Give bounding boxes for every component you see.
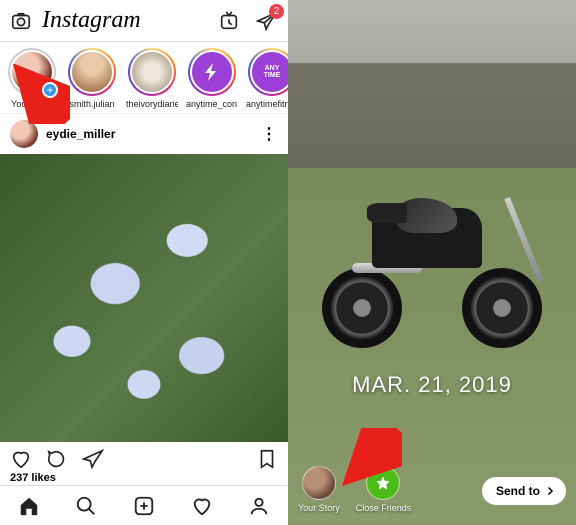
stories-row: + Your Story smith.julian theivorydiarie… (0, 42, 288, 114)
your-story-avatar (302, 466, 336, 500)
story-label: theivorydiaries (126, 99, 178, 109)
close-friends-button[interactable]: Close Friends (356, 466, 412, 513)
story-label: Your Story (6, 99, 58, 109)
post-image[interactable] (0, 154, 288, 442)
your-story-button[interactable]: Your Story (298, 466, 340, 513)
bottom-nav (0, 485, 288, 525)
camera-icon[interactable] (10, 10, 32, 32)
add-story-icon: + (42, 82, 58, 98)
profile-icon[interactable] (248, 495, 270, 517)
send-to-label: Send to (496, 484, 540, 498)
your-story-label: Your Story (298, 503, 340, 513)
instagram-logo: Instagram (32, 7, 218, 34)
new-post-icon[interactable] (133, 495, 155, 517)
story-item[interactable]: ANYTIME anytimefitne... (246, 48, 288, 109)
search-icon[interactable] (75, 495, 97, 517)
bookmark-icon[interactable] (256, 448, 278, 470)
story-label: anytime_con... (186, 99, 238, 109)
home-icon[interactable] (18, 495, 40, 517)
post-actions (0, 442, 288, 472)
likes-count[interactable]: 237 likes (10, 472, 278, 484)
chevron-right-icon (544, 485, 556, 497)
story-item[interactable]: anytime_con... (186, 48, 238, 109)
post-avatar[interactable] (10, 120, 38, 148)
top-bar: Instagram 2 (0, 0, 288, 42)
story-editor-screen: MAR. 21, 2019 Your Story Close Friends S… (288, 0, 576, 525)
post-header: eydie_miller ⋮ (0, 114, 288, 154)
motorcycle-graphic (312, 168, 552, 368)
story-label: smith.julian (66, 99, 118, 109)
feed-screen: Instagram 2 + Your Story smith.julian (0, 0, 288, 525)
dm-badge: 2 (269, 4, 284, 19)
story-your-story[interactable]: + Your Story (6, 48, 58, 109)
close-friends-label: Close Friends (356, 503, 412, 513)
like-icon[interactable] (10, 448, 32, 470)
story-label: anytimefitne... (246, 99, 288, 109)
activity-icon[interactable] (191, 495, 213, 517)
story-item[interactable]: smith.julian (66, 48, 118, 109)
send-to-button[interactable]: Send to (482, 477, 566, 505)
post-more-icon[interactable]: ⋮ (261, 124, 278, 144)
comment-icon[interactable] (46, 448, 68, 470)
post-username[interactable]: eydie_miller (46, 127, 261, 141)
igtv-icon[interactable] (218, 10, 240, 32)
story-item[interactable]: theivorydiaries (126, 48, 178, 109)
share-icon[interactable] (82, 448, 104, 470)
date-sticker[interactable]: MAR. 21, 2019 (288, 372, 576, 398)
star-icon (366, 466, 400, 500)
direct-message-icon[interactable]: 2 (256, 10, 278, 32)
